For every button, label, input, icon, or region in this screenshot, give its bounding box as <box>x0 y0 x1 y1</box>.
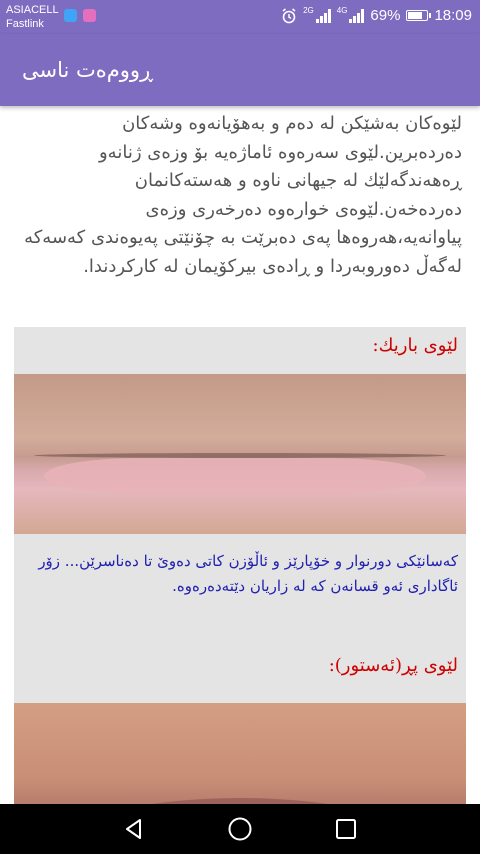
mail-notification-icon <box>83 9 96 22</box>
section-card: لێوی باریك: كەسانێكی دورنوار و خۆپارێز و… <box>14 327 466 804</box>
status-indicators: 2G 4G 69% 18:09 <box>281 6 472 24</box>
home-circle-icon <box>228 817 252 841</box>
section-text-thin-lips: كەسانێكی دورنوار و خۆپارێز و ئاڵۆزن كاتی… <box>38 552 458 595</box>
app-title: ڕووم‌ەت ناسی <box>22 58 153 82</box>
back-button[interactable] <box>104 804 164 854</box>
recent-square-icon <box>336 819 356 839</box>
home-button[interactable] <box>210 804 270 854</box>
lip-shape <box>44 458 426 494</box>
section-heading-thin-lips: لێوی باریك: <box>372 335 458 356</box>
recent-apps-button[interactable] <box>316 804 376 854</box>
app-notification-icon <box>64 9 77 22</box>
network-2g-label: 2G <box>303 6 314 15</box>
signal-strength-icon-2 <box>349 8 365 23</box>
battery-percent: 69% <box>370 7 401 24</box>
notification-icons <box>64 9 96 22</box>
battery-icon <box>406 10 432 21</box>
thin-lips-photo <box>14 374 466 534</box>
section-heading-full-lips: لێوی پڕ(ئەستور): <box>328 655 458 676</box>
carrier-name: ASIACELL Fastlink <box>6 4 59 30</box>
navigation-bar <box>0 804 480 854</box>
app-bar: ڕووم‌ەت ناسی <box>0 34 480 106</box>
signal-strength-icon <box>315 8 331 23</box>
back-triangle-icon <box>126 819 141 839</box>
network-4g-label: 4G <box>336 6 348 15</box>
clock-time: 18:09 <box>434 7 472 24</box>
alarm-clock-icon <box>282 7 296 23</box>
full-lips-photo <box>14 703 466 804</box>
status-bar: ASIACELL Fastlink 2G 4G 69% 18:09 <box>0 0 480 34</box>
article-content[interactable]: لێوەكان بەشێكن لە دەم و بەهۆیانەوە وشەكا… <box>0 106 480 804</box>
intro-paragraph: لێوەكان بەشێكن لە دەم و بەهۆیانەوە وشەكا… <box>24 113 462 277</box>
